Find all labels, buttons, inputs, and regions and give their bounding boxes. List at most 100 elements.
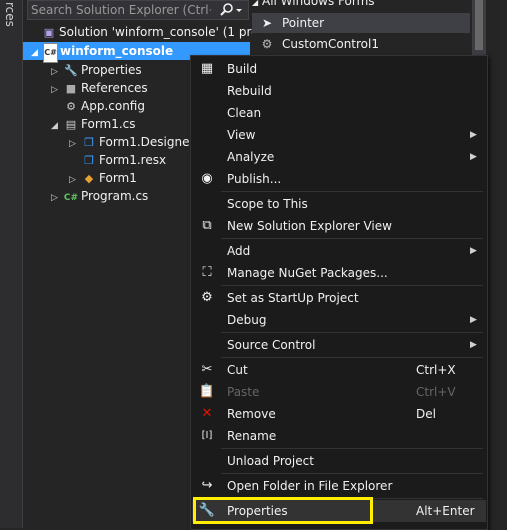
tree-item-label: Form1 (99, 171, 137, 185)
menu-item-new-solution-explorer-view[interactable]: ⧉ New Solution Explorer View (192, 215, 486, 237)
menu-item-label: View (227, 128, 256, 142)
menu-separator (221, 357, 483, 358)
csharp-file-icon: ❐ (84, 136, 94, 149)
menu-item-shortcut: Del (416, 407, 436, 421)
expand-arrow-icon[interactable]: ▷ (69, 135, 81, 153)
submenu-arrow-icon: ▶ (470, 340, 477, 350)
tree-item-references[interactable]: ▷ ■ References (51, 79, 148, 97)
tree-item-label: winform_console (60, 44, 174, 58)
new-view-icon: ⧉ (202, 218, 212, 233)
submenu-arrow-icon: ▶ (470, 315, 477, 325)
tree-item-label: Properties (81, 63, 142, 77)
references-icon: ■ (65, 82, 77, 95)
side-tool-strip[interactable]: rces (0, 0, 23, 528)
build-icon: ▦ (200, 61, 214, 76)
menu-item-properties[interactable]: 🔧 Properties Alt+Enter (192, 500, 486, 522)
submenu-arrow-icon: ▶ (470, 130, 477, 140)
toolbox-scroll-thumb[interactable] (475, 0, 483, 50)
tree-item-form1-designer[interactable]: ▷ ❐ Form1.Designer (69, 133, 194, 151)
csharp-project-icon: C# (43, 43, 58, 63)
menu-item-label: Paste (227, 385, 260, 399)
menu-item-analyze[interactable]: Analyze ▶ (192, 146, 486, 168)
menu-item-clean[interactable]: Clean (192, 102, 486, 124)
menu-item-source-control[interactable]: Source Control ▶ (192, 334, 486, 356)
clipboard-icon: 📋 (198, 384, 216, 399)
menu-separator (221, 448, 483, 449)
menu-item-manage-nuget[interactable]: ⛶ Manage NuGet Packages... (192, 262, 486, 284)
menu-item-label: Build (227, 62, 258, 76)
toolbox-item-pointer[interactable]: ➤ Pointer (252, 13, 470, 33)
menu-item-label: Scope to This (227, 197, 308, 211)
menu-separator (221, 285, 483, 286)
tree-item-form1-resx[interactable]: ❐ Form1.resx (81, 151, 166, 169)
tree-item-properties[interactable]: ▷ 🔧 Properties (51, 61, 142, 79)
menu-item-label: Add (227, 244, 251, 258)
tree-item-app-config[interactable]: ⚙ App.config (63, 97, 145, 115)
csharp-file-icon: C# (63, 193, 79, 203)
menu-item-debug[interactable]: Debug ▶ (192, 309, 486, 331)
menu-item-label: Remove (227, 407, 276, 421)
menu-item-label: Unload Project (227, 454, 314, 468)
menu-item-unload-project[interactable]: Unload Project (192, 450, 486, 472)
menu-item-add[interactable]: Add ▶ (192, 240, 486, 262)
menu-item-remove[interactable]: ✕ Remove Del (192, 403, 486, 425)
publish-icon: ◉ (201, 171, 213, 186)
menu-item-view[interactable]: View ▶ (192, 124, 486, 146)
toolbox-item-label: Pointer (282, 16, 325, 30)
menu-item-label: Open Folder in File Explorer (227, 479, 393, 493)
collapse-arrow-icon[interactable]: ◢ (51, 117, 63, 135)
menu-separator (221, 473, 483, 474)
menu-item-rebuild[interactable]: Rebuild (192, 80, 486, 102)
menu-item-build[interactable]: ▦ Build (192, 58, 486, 80)
tree-item-label: Form1.resx (99, 153, 167, 167)
menu-item-label: Debug (227, 313, 267, 327)
menu-item-set-startup[interactable]: ⚙ Set as StartUp Project (192, 287, 486, 309)
tree-item-form1-class[interactable]: ▷ ◆ Form1 (69, 169, 137, 187)
menu-item-label: Rebuild (227, 84, 272, 98)
collapse-arrow-icon: ◢ (252, 0, 259, 7)
solution-explorer-search[interactable] (27, 0, 249, 20)
expand-arrow-icon[interactable]: ▷ (51, 81, 63, 99)
gear-icon: ⚙ (261, 37, 273, 51)
menu-item-shortcut: Alt+Enter (416, 504, 475, 518)
toolbox-panel: ◢ All Windows Forms ➤ Pointer ⚙ CustomCont… (252, 0, 507, 60)
toolbox-item-label: CustomControl1 (282, 37, 379, 51)
menu-item-label: Set as StartUp Project (227, 291, 359, 305)
menu-item-label: Properties (227, 504, 288, 518)
pointer-icon: ➤ (261, 16, 273, 30)
form-icon: ▤ (65, 118, 77, 131)
toolbox-item-customcontrol1[interactable]: ⚙ CustomControl1 (252, 34, 470, 54)
tree-item-form1-cs[interactable]: ◢ ▤ Form1.cs (51, 115, 136, 133)
menu-item-publish[interactable]: ◉ Publish... (192, 168, 486, 190)
search-input[interactable] (31, 1, 211, 19)
tree-item-label: Program.cs (81, 189, 149, 203)
config-file-icon: ⚙ (66, 100, 76, 113)
menu-item-shortcut: Ctrl+V (416, 385, 456, 399)
toolbox-group-header[interactable]: ◢ All Windows Forms (252, 0, 375, 8)
wrench-icon: 🔧 (64, 64, 78, 77)
menu-item-label: Analyze (227, 150, 275, 164)
menu-item-open-folder[interactable]: ↪ Open Folder in File Explorer (192, 475, 486, 497)
menu-item-label: Rename (227, 429, 277, 443)
tree-item-label: Form1.cs (81, 117, 136, 131)
menu-item-label: New Solution Explorer View (227, 219, 392, 233)
expand-arrow-icon[interactable]: ▷ (51, 189, 63, 207)
tree-item-solution[interactable]: ▣ Solution 'winform_console' (1 proj (29, 23, 262, 41)
folder-open-icon: ↪ (201, 478, 213, 493)
menu-item-rename[interactable]: [I] Rename (192, 425, 486, 447)
tree-item-program-cs[interactable]: ▷ C# Program.cs (51, 187, 148, 205)
menu-separator (221, 238, 483, 239)
menu-item-scope-to-this[interactable]: Scope to This (192, 193, 486, 215)
menu-item-label: Cut (227, 363, 248, 377)
search-icon[interactable] (216, 2, 244, 18)
tree-item-label: References (81, 81, 148, 95)
menu-item-paste: 📋 Paste Ctrl+V (192, 381, 486, 403)
scissors-icon: ✂ (201, 362, 213, 377)
side-tab-label[interactable]: rces (3, 2, 17, 27)
menu-item-cut[interactable]: ✂ Cut Ctrl+X (192, 359, 486, 381)
collapse-arrow-icon[interactable]: ◢ (31, 44, 43, 62)
menu-item-label: Manage NuGet Packages... (227, 266, 388, 280)
toolbox-group-label: All Windows Forms (261, 0, 375, 8)
solution-icon: ▣ (43, 26, 55, 39)
submenu-arrow-icon: ▶ (470, 246, 477, 256)
